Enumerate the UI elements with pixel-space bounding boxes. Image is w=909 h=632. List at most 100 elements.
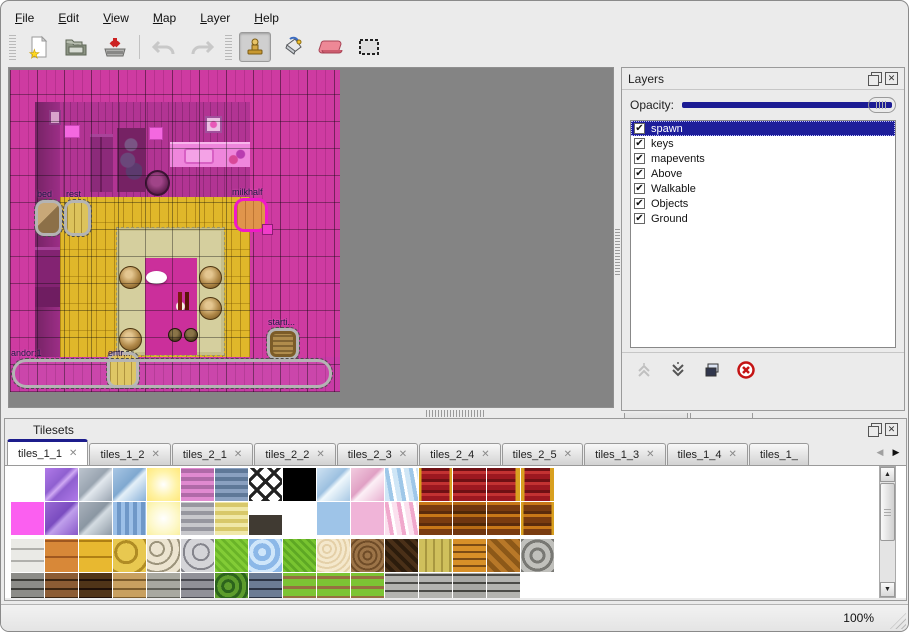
close-panel-icon[interactable]: ✕ — [885, 423, 898, 436]
opacity-slider-thumb[interactable] — [868, 97, 896, 113]
tile-glass-blue[interactable] — [113, 468, 146, 501]
scroll-up-icon[interactable]: ▲ — [880, 467, 895, 482]
tile-grass-path-3[interactable] — [351, 573, 384, 598]
tile-water[interactable] — [249, 539, 282, 572]
tile-brick-gray-4[interactable] — [487, 573, 520, 598]
save-file-button[interactable] — [99, 32, 131, 62]
tile-brick-gray-3[interactable] — [453, 573, 486, 598]
tile-carpet-red-3[interactable] — [487, 468, 520, 501]
menu-map[interactable]: Map — [143, 8, 186, 28]
tile-tiles-gold[interactable] — [79, 539, 112, 572]
tab-close-icon[interactable]: ✕ — [481, 449, 489, 460]
tile-brick-gray-1[interactable] — [385, 573, 418, 598]
layer-row-Ground[interactable]: ✔Ground — [631, 211, 895, 226]
redo-button[interactable] — [186, 32, 218, 62]
tile-white[interactable] — [11, 468, 44, 501]
scrollbar-thumb[interactable] — [880, 483, 895, 541]
float-panel-icon[interactable] — [868, 423, 881, 436]
layer-visible-checkbox[interactable]: ✔ — [634, 123, 645, 134]
map-canvas[interactable]: bed rest milkhalf starti... entr... ando… — [10, 70, 340, 392]
resize-grip[interactable] — [890, 613, 906, 629]
tab-close-icon[interactable]: ✕ — [69, 448, 77, 459]
tile-tiles-orange[interactable] — [45, 539, 78, 572]
layer-visible-checkbox[interactable]: ✔ — [634, 138, 645, 149]
menu-file[interactable]: File — [5, 8, 44, 28]
rectangular-select-button[interactable] — [353, 32, 385, 62]
layer-row-Walkable[interactable]: ✔Walkable — [631, 181, 895, 196]
tileset-tab-tiles_2_1[interactable]: tiles_2_1✕ — [172, 443, 253, 465]
tile-carpet-brown-2[interactable] — [453, 502, 486, 535]
scroll-down-icon[interactable]: ▼ — [880, 582, 895, 597]
tab-close-icon[interactable]: ✕ — [399, 449, 407, 460]
tile-wall-gray[interactable] — [11, 573, 44, 598]
tile-stones-gray[interactable] — [181, 539, 214, 572]
tile-lattice[interactable] — [249, 468, 282, 501]
tile-black[interactable] — [283, 468, 316, 501]
float-panel-icon[interactable] — [868, 72, 881, 85]
tile-carpet-red-1[interactable] — [419, 468, 452, 501]
tile-wall-gray-2[interactable] — [181, 573, 214, 598]
tile-blue-solid[interactable] — [317, 502, 350, 535]
tab-close-icon[interactable]: ✕ — [234, 449, 242, 460]
tileset-tab-tiles_1_2[interactable]: tiles_1_2✕ — [89, 443, 170, 465]
layer-visible-checkbox[interactable]: ✔ — [634, 153, 645, 164]
stamp-brush-button[interactable] — [239, 32, 271, 62]
tile-pale-yellow[interactable] — [147, 502, 180, 535]
tile-stone-yellow[interactable] — [113, 539, 146, 572]
tile-glass-pink[interactable] — [351, 468, 384, 501]
tile-water-sm[interactable] — [113, 502, 146, 535]
scroll-tabs-right-icon[interactable]: ▶ — [888, 441, 904, 463]
lower-layer-button[interactable] — [666, 359, 690, 381]
tile-carpet-brown-1[interactable] — [419, 502, 452, 535]
tileset-tab-tiles_1_3[interactable]: tiles_1_3✕ — [584, 443, 665, 465]
tileset-tab-tiles_2_5[interactable]: tiles_2_5✕ — [502, 443, 583, 465]
tile-dirt[interactable] — [351, 539, 384, 572]
bucket-fill-button[interactable] — [277, 32, 309, 62]
tile-sign[interactable] — [249, 502, 282, 535]
tileset-scrollbar[interactable]: ▲ ▼ — [879, 466, 896, 598]
tile-wall-brown[interactable] — [45, 573, 78, 598]
tile-herringbone[interactable] — [487, 539, 520, 572]
tile-grass-path-2[interactable] — [317, 573, 350, 598]
opacity-slider-track[interactable] — [682, 102, 892, 108]
tab-close-icon[interactable]: ✕ — [729, 449, 737, 460]
splitter-handle[interactable] — [426, 410, 484, 417]
tile-stripes-pink[interactable] — [181, 468, 214, 501]
close-panel-icon[interactable]: ✕ — [885, 72, 898, 85]
open-file-button[interactable] — [61, 32, 93, 62]
tile-logs[interactable] — [521, 539, 554, 572]
selection-handle[interactable] — [262, 224, 273, 235]
tile-planks[interactable] — [419, 539, 452, 572]
tile-sand[interactable] — [317, 539, 350, 572]
scroll-tabs-left-icon[interactable]: ◀ — [872, 441, 888, 463]
undo-button[interactable] — [148, 32, 180, 62]
tile-magenta[interactable] — [11, 502, 44, 535]
menu-view[interactable]: View — [93, 8, 139, 28]
tile-glass-purple[interactable] — [45, 468, 78, 501]
layer-visible-checkbox[interactable]: ✔ — [634, 198, 645, 209]
tile-pebbles[interactable] — [147, 539, 180, 572]
tile-white-2[interactable] — [283, 502, 316, 535]
tab-close-icon[interactable]: ✕ — [316, 449, 324, 460]
tab-close-icon[interactable]: ✕ — [564, 449, 572, 460]
map-object-bed[interactable] — [35, 200, 62, 236]
tile-curtain-pink[interactable] — [385, 502, 418, 535]
tile-stripes-gray[interactable] — [181, 502, 214, 535]
map-object-rest[interactable] — [64, 200, 91, 236]
eraser-button[interactable] — [315, 32, 347, 62]
delete-layer-button[interactable] — [734, 359, 758, 381]
tile-carpet-brown-4[interactable] — [521, 502, 554, 535]
duplicate-layer-button[interactable] — [700, 359, 724, 381]
tile-wood-dark[interactable] — [385, 539, 418, 572]
tile-glass-gray[interactable] — [79, 468, 112, 501]
toolbar-grip-2[interactable] — [225, 34, 232, 60]
layer-row-Above[interactable]: ✔Above — [631, 166, 895, 181]
tile-hedge[interactable] — [215, 573, 248, 598]
toolbar-grip[interactable] — [9, 34, 16, 60]
layer-row-keys[interactable]: ✔keys — [631, 136, 895, 151]
map-view[interactable]: bed rest milkhalf starti... entr... ando… — [8, 67, 614, 408]
tileset-tab-tiles_1_4[interactable]: tiles_1_4✕ — [667, 443, 748, 465]
tile-grass-2[interactable] — [283, 539, 316, 572]
tile-carpet-brown-3[interactable] — [487, 502, 520, 535]
tile-pink-solid[interactable] — [351, 502, 384, 535]
